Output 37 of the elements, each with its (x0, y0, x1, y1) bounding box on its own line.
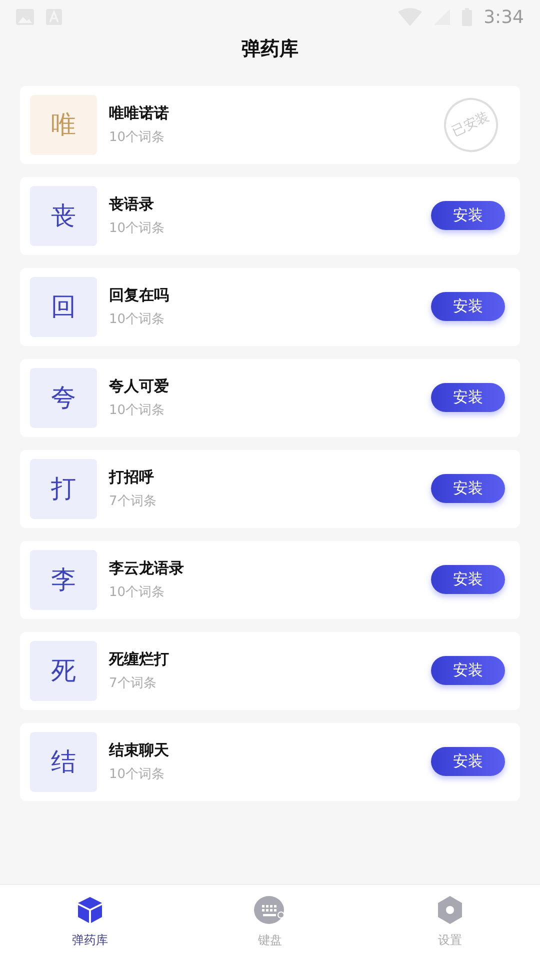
status-time: 3:34 (484, 6, 524, 30)
pack-count: 10个词条 (109, 220, 166, 238)
pack-name: 打招呼 (109, 467, 155, 488)
pack-count: 10个词条 (109, 766, 166, 784)
page-title: 弹药库 (242, 37, 298, 62)
nav-tab[interactable]: 弹药库 (0, 885, 180, 960)
pack-avatar: 唯 (30, 94, 97, 154)
pack-name: 夸人可爱 (109, 376, 170, 397)
pack-avatar: 丧 (30, 186, 97, 246)
pack-avatar: 回 (30, 276, 97, 336)
pack-avatar: 李 (30, 550, 97, 610)
pack-name: 唯唯诺诺 (109, 103, 170, 124)
pack-count: 7个词条 (109, 674, 158, 692)
install-button[interactable]: 安装 (431, 565, 505, 594)
settings-icon (435, 895, 465, 925)
install-button[interactable]: 安装 (431, 656, 505, 685)
pack-name: 李云龙语录 (109, 558, 185, 579)
pack-avatar: 打 (30, 458, 97, 518)
pack-count: 7个词条 (109, 492, 158, 510)
cube-icon (75, 895, 105, 925)
pack-count: 10个词条 (109, 310, 166, 328)
pack-count: 10个词条 (109, 584, 166, 602)
install-button[interactable]: 安装 (431, 292, 505, 321)
install-button[interactable]: 安装 (431, 747, 505, 776)
install-button[interactable]: 安装 (431, 383, 505, 412)
pack-avatar: 结 (30, 732, 97, 792)
keyboard-icon (254, 895, 286, 925)
pack-avatar: 夸 (30, 368, 97, 428)
pack-name: 回复在吗 (109, 285, 170, 306)
pack-name: 死缠烂打 (109, 649, 170, 670)
pack-count: 10个词条 (109, 128, 166, 146)
install-button[interactable]: 安装 (431, 201, 505, 230)
pack-name: 结束聊天 (109, 740, 170, 761)
pack-avatar: 死 (30, 640, 97, 700)
pack-count: 10个词条 (109, 402, 166, 420)
install-button[interactable]: 安装 (431, 474, 505, 503)
pack-name: 丧语录 (109, 194, 155, 215)
